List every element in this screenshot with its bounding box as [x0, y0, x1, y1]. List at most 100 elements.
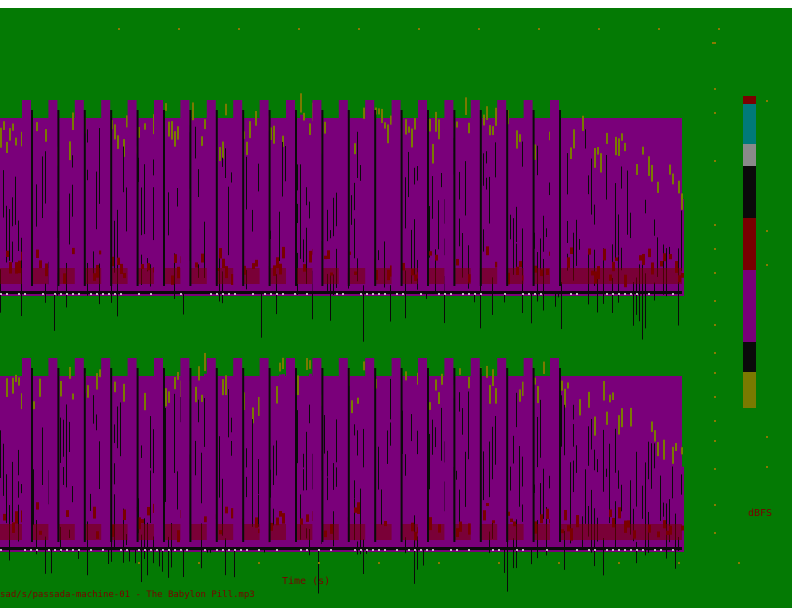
spectrogram-column [252, 209, 253, 232]
spectrogram-column [438, 200, 439, 250]
spectrogram-column [603, 429, 604, 456]
spectrogram-column [642, 146, 644, 155]
spectrogram-column [486, 106, 488, 120]
spectrogram-column [567, 220, 568, 243]
spectrogram-column [621, 133, 623, 141]
spectrogram-column [522, 504, 523, 522]
spectrogram-baseline [282, 293, 284, 295]
spectrogram-baseline [216, 549, 218, 551]
spectrogram-column [660, 475, 661, 519]
spectrogram-baseline [420, 293, 422, 295]
spectrogram-baseline [228, 549, 230, 551]
spectrogram-column [273, 125, 275, 144]
spectrogram-baseline [114, 293, 116, 295]
spectrogram-column [174, 131, 176, 147]
spectrogram-column [228, 389, 229, 438]
spectrogram-column [630, 407, 632, 427]
tick-mark [714, 272, 716, 274]
spectrogram-column [579, 399, 581, 416]
spectrogram-column [561, 380, 563, 391]
spectrogram-baseline [222, 293, 224, 295]
spectrogram-column [219, 248, 222, 259]
spectrogram-baseline [24, 293, 26, 295]
spectrogram-column [114, 463, 115, 485]
spectrogram-column [177, 471, 178, 510]
spectrogram-column [204, 516, 207, 523]
spectrogram-baseline [270, 293, 272, 295]
spectrogram-baseline [360, 293, 362, 295]
spectrogram-peak [312, 358, 322, 548]
spectrogram-column [408, 126, 410, 133]
spectrogram-column [495, 107, 497, 126]
spectrogram-column [33, 401, 35, 410]
spectrogram-column [114, 220, 115, 273]
spectrogram-column [204, 352, 206, 372]
spectrogram-peak [418, 358, 427, 548]
spectrogram-column [165, 103, 167, 111]
spectrogram-column [417, 430, 418, 455]
spectrogram-baseline [78, 293, 80, 295]
spectrogram-baseline [72, 293, 74, 295]
spectrogram-column [114, 381, 116, 393]
spectrogram-column [150, 470, 151, 524]
spectrogram-column [195, 262, 198, 268]
tick-mark [198, 562, 200, 564]
spectrogram-column [297, 164, 298, 191]
spectrogram-baseline [54, 549, 56, 551]
spectrogram-baseline [222, 549, 224, 551]
spectrogram-peak [559, 110, 561, 286]
spectrogram-column [114, 494, 115, 549]
spectrogram-peak [22, 100, 31, 292]
spectrogram-column [6, 141, 8, 154]
tick-mark [678, 562, 680, 564]
spectrogram-column [42, 427, 43, 485]
tick-mark [438, 562, 440, 564]
spectrogram-column [486, 502, 489, 507]
spectrogram-baseline [522, 293, 524, 295]
spectrogram-column [681, 193, 683, 210]
spectrogram-column [306, 187, 307, 206]
spectrogram-column [18, 449, 19, 476]
spectrogram-baseline [264, 293, 266, 295]
spectrogram-column [141, 445, 142, 458]
tick-mark [714, 224, 716, 226]
spectrogram-column [324, 415, 325, 454]
spectrogram-column [513, 435, 514, 464]
spectrogram-baseline [414, 549, 416, 551]
spectrogram-column [390, 422, 391, 446]
spectrogram-column [438, 392, 440, 404]
spectrogram-column [273, 445, 274, 486]
spectrogram-peak [497, 100, 507, 292]
spectrogram-baseline [372, 549, 374, 551]
spectrogram-baseline [576, 549, 578, 551]
spectrogram-column [351, 400, 353, 414]
spectrogram-column [123, 146, 124, 193]
spectrogram-column [303, 239, 304, 263]
spectrogram-column [483, 153, 484, 186]
spectrogram-column [579, 238, 580, 250]
spectrogram-column [246, 141, 248, 155]
spectrogram-peak [391, 100, 401, 292]
spectrogram-baseline [522, 549, 524, 551]
spectrogram-baseline [240, 549, 242, 551]
spectrogram-peak [22, 358, 31, 548]
spectrogram-column [225, 148, 226, 178]
colorbar-segment [743, 270, 756, 342]
spectrogram-baseline [630, 549, 632, 551]
spectrogram-column [354, 143, 356, 155]
spectrogram-column [225, 375, 227, 396]
spectrogram-peak [154, 358, 163, 548]
spectrogram-column [225, 538, 226, 576]
spectrogram-peak [189, 110, 192, 286]
spectrogram-peak [427, 110, 429, 286]
tick-mark [766, 466, 768, 468]
spectrogram-column [387, 124, 389, 144]
spectrogram-baseline [294, 293, 296, 295]
spectrogram-column [222, 157, 223, 167]
spectrogram-column [543, 215, 544, 252]
spectrogram-baseline [306, 293, 308, 295]
spectrogram-column [354, 218, 355, 259]
spectrogram-column [228, 228, 229, 256]
spectrogram-column [12, 377, 14, 394]
tick-mark [714, 504, 716, 506]
